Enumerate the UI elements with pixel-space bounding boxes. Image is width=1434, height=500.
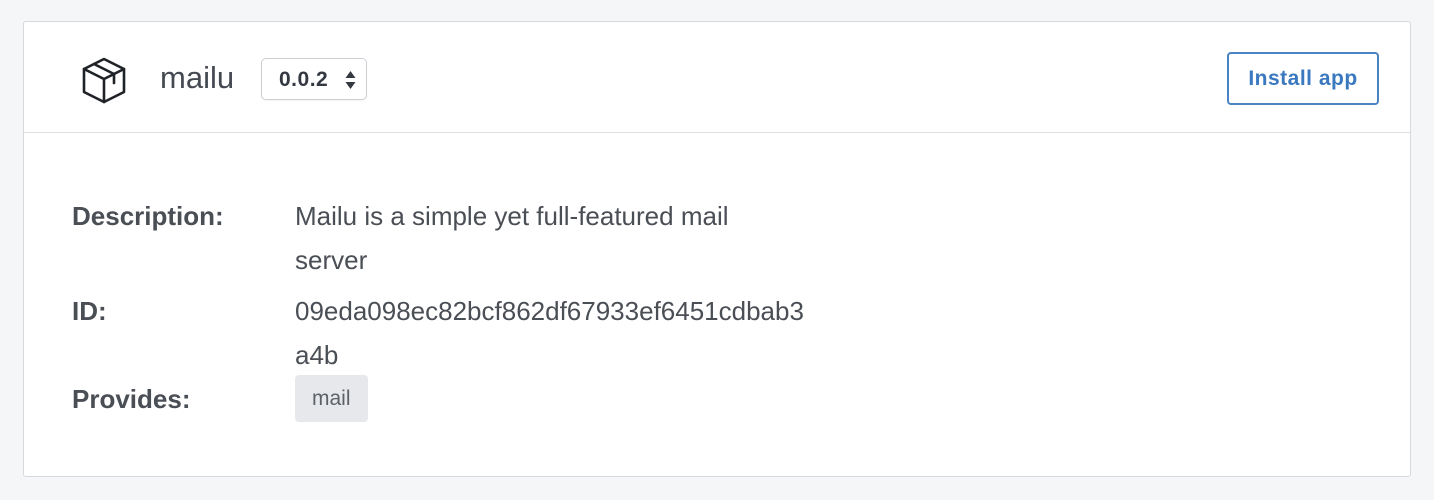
package-box-icon [79,55,129,105]
description-value: Mailu is a simple yet full-featured mail… [295,201,729,275]
id-label: ID: [72,296,107,326]
version-value: 0.0.2 [279,68,329,91]
id-value: 09eda098ec82bcf862df67933ef6451cdbab3a4b [295,296,804,370]
sort-caret-icon [345,70,356,90]
provides-label: Provides: [72,384,191,414]
description-label: Description: [72,201,224,231]
app-card-header: mailu 0.0.2 Install app [24,22,1410,133]
install-app-button[interactable]: Install app [1227,52,1379,105]
app-card: mailu 0.0.2 Install app Description: Mai… [23,21,1411,477]
version-select[interactable]: 0.0.2 [261,58,367,100]
app-name: mailu [160,60,235,95]
provides-tag: mail [295,375,368,422]
